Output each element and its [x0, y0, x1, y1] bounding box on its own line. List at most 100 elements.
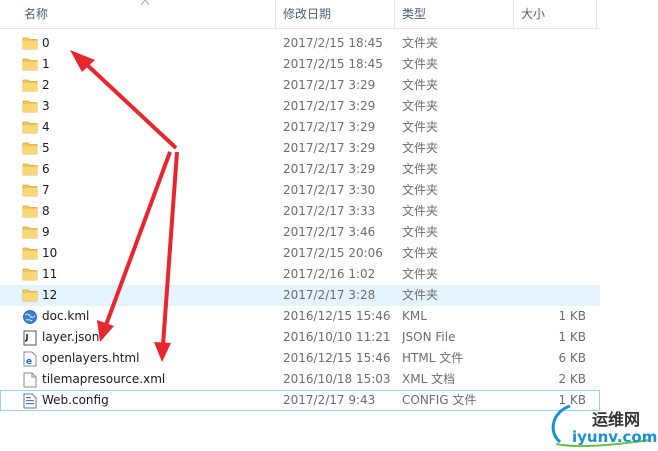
watermark-logo: 运维网 iyunv.com [546, 402, 658, 448]
file-name: openlayers.html [42, 351, 140, 365]
column-divider[interactable] [513, 0, 514, 28]
file-row[interactable]: 12 2017/2/17 3:28 文件夹 [0, 285, 600, 306]
file-name: 7 [42, 183, 50, 197]
folder-icon [22, 117, 38, 138]
folder-icon [22, 243, 38, 264]
file-name: layer.json [42, 330, 100, 344]
globe-kml-icon [22, 306, 38, 327]
file-type: 文件夹 [402, 78, 439, 92]
file-size [516, 75, 586, 96]
folder-icon [22, 54, 38, 75]
file-modified-date: 2017/2/17 3:29 [283, 162, 376, 176]
file-size [516, 201, 586, 222]
file-size [516, 264, 586, 285]
file-type: XML 文档 [402, 372, 456, 386]
file-row[interactable]: 4 2017/2/17 3:29 文件夹 [0, 117, 600, 138]
file-type: 文件夹 [402, 36, 439, 50]
file-row[interactable]: 2 2017/2/17 3:29 文件夹 [0, 75, 600, 96]
file-list: 0 2017/2/15 18:45 文件夹 1 2017/2/15 18:45 文件夹 2 2… [0, 33, 600, 411]
file-modified-date: 2017/2/17 3:46 [283, 225, 376, 239]
file-row[interactable]: 10 2017/2/15 20:06 文件夹 [0, 243, 600, 264]
file-modified-date: 2016/10/18 15:03 [283, 372, 391, 386]
file-type: HTML 文件 [402, 351, 464, 365]
file-size [516, 222, 586, 243]
file-row[interactable]: 3 2017/2/17 3:29 文件夹 [0, 96, 600, 117]
column-divider[interactable] [394, 0, 395, 28]
file-name: doc.kml [42, 309, 90, 323]
column-header-date[interactable]: 修改日期 [277, 0, 392, 28]
file-row[interactable]: layer.json 2016/10/10 11:21 JSON File 1 KB [0, 327, 600, 348]
file-type: 文件夹 [402, 162, 439, 176]
file-row[interactable]: 9 2017/2/17 3:46 文件夹 [0, 222, 600, 243]
file-type: CONFIG 文件 [402, 393, 477, 407]
svg-text:e: e [26, 357, 32, 367]
folder-icon [22, 285, 38, 306]
file-name: 9 [42, 225, 50, 239]
column-divider[interactable] [275, 0, 276, 28]
file-modified-date: 2016/12/15 15:46 [283, 309, 391, 323]
column-header-size[interactable]: 大小 [515, 0, 595, 28]
file-row[interactable]: 1 2017/2/15 18:45 文件夹 [0, 54, 600, 75]
file-size [516, 159, 586, 180]
file-name: 4 [42, 120, 50, 134]
file-size: 6 KB [558, 351, 586, 365]
folder-icon [22, 180, 38, 201]
file-row[interactable]: Web.config 2017/2/17 9:43 CONFIG 文件 1 KB [0, 390, 600, 411]
file-type: 文件夹 [402, 267, 439, 281]
file-modified-date: 2017/2/17 3:28 [283, 288, 376, 302]
file-size [516, 54, 586, 75]
file-type: 文件夹 [402, 57, 439, 71]
file-name: 5 [42, 141, 50, 155]
file-name: 8 [42, 204, 50, 218]
file-name: 12 [42, 288, 58, 302]
file-row[interactable]: tilemapresource.xml 2016/10/18 15:03 XML 文… [0, 369, 600, 390]
folder-icon [22, 75, 38, 96]
column-header-type[interactable]: 类型 [396, 0, 511, 28]
folder-icon [22, 33, 38, 54]
file-size [516, 138, 586, 159]
config-file-icon [22, 390, 38, 411]
file-row[interactable]: 11 2017/2/16 1:02 文件夹 [0, 264, 600, 285]
file-type: 文件夹 [402, 225, 439, 239]
file-name: 10 [42, 246, 58, 260]
file-size: 1 KB [558, 330, 586, 344]
file-row[interactable]: 7 2017/2/17 3:30 文件夹 [0, 180, 600, 201]
file-row[interactable]: 8 2017/2/17 3:33 文件夹 [0, 201, 600, 222]
file-type: 文件夹 [402, 246, 439, 260]
file-type: 文件夹 [402, 141, 439, 155]
file-row[interactable]: 5 2017/2/17 3:29 文件夹 [0, 138, 600, 159]
file-modified-date: 2017/2/16 1:02 [283, 267, 376, 281]
folder-icon [22, 201, 38, 222]
file-type: 文件夹 [402, 204, 439, 218]
file-name: 3 [42, 99, 50, 113]
file-modified-date: 2017/2/17 3:29 [283, 141, 376, 155]
watermark-text-domain: iyunv.com [572, 428, 658, 446]
file-type: 文件夹 [402, 183, 439, 197]
folder-icon [22, 264, 38, 285]
file-row[interactable]: 6 2017/2/17 3:29 文件夹 [0, 159, 600, 180]
file-size [516, 243, 586, 264]
file-type: 文件夹 [402, 99, 439, 113]
watermark-text-chinese: 运维网 [592, 410, 641, 429]
file-modified-date: 2016/10/10 11:21 [283, 330, 391, 344]
file-row[interactable]: e openlayers.html 2016/12/15 15:46 HTML 文件 6… [0, 348, 600, 369]
file-modified-date: 2017/2/15 18:45 [283, 57, 383, 71]
file-modified-date: 2017/2/17 3:29 [283, 78, 376, 92]
html-file-icon: e [22, 348, 38, 369]
file-modified-date: 2017/2/17 3:29 [283, 99, 376, 113]
file-type: 文件夹 [402, 288, 439, 302]
file-row[interactable]: 0 2017/2/15 18:45 文件夹 [0, 33, 600, 54]
file-type: 文件夹 [402, 120, 439, 134]
column-divider[interactable] [596, 0, 597, 28]
file-name: Web.config [42, 393, 109, 407]
folder-icon [22, 159, 38, 180]
file-row[interactable]: doc.kml 2016/12/15 15:46 KML 1 KB [0, 306, 600, 327]
file-modified-date: 2017/2/17 3:33 [283, 204, 376, 218]
column-header-name[interactable]: 名称 [18, 0, 273, 28]
file-name: 11 [42, 267, 58, 281]
folder-icon [22, 222, 38, 243]
column-header-bar: 名称 修改日期 类型 大小 [0, 0, 600, 29]
file-modified-date: 2017/2/15 18:45 [283, 36, 383, 50]
file-size [516, 96, 586, 117]
file-modified-date: 2017/2/17 9:43 [283, 393, 376, 407]
